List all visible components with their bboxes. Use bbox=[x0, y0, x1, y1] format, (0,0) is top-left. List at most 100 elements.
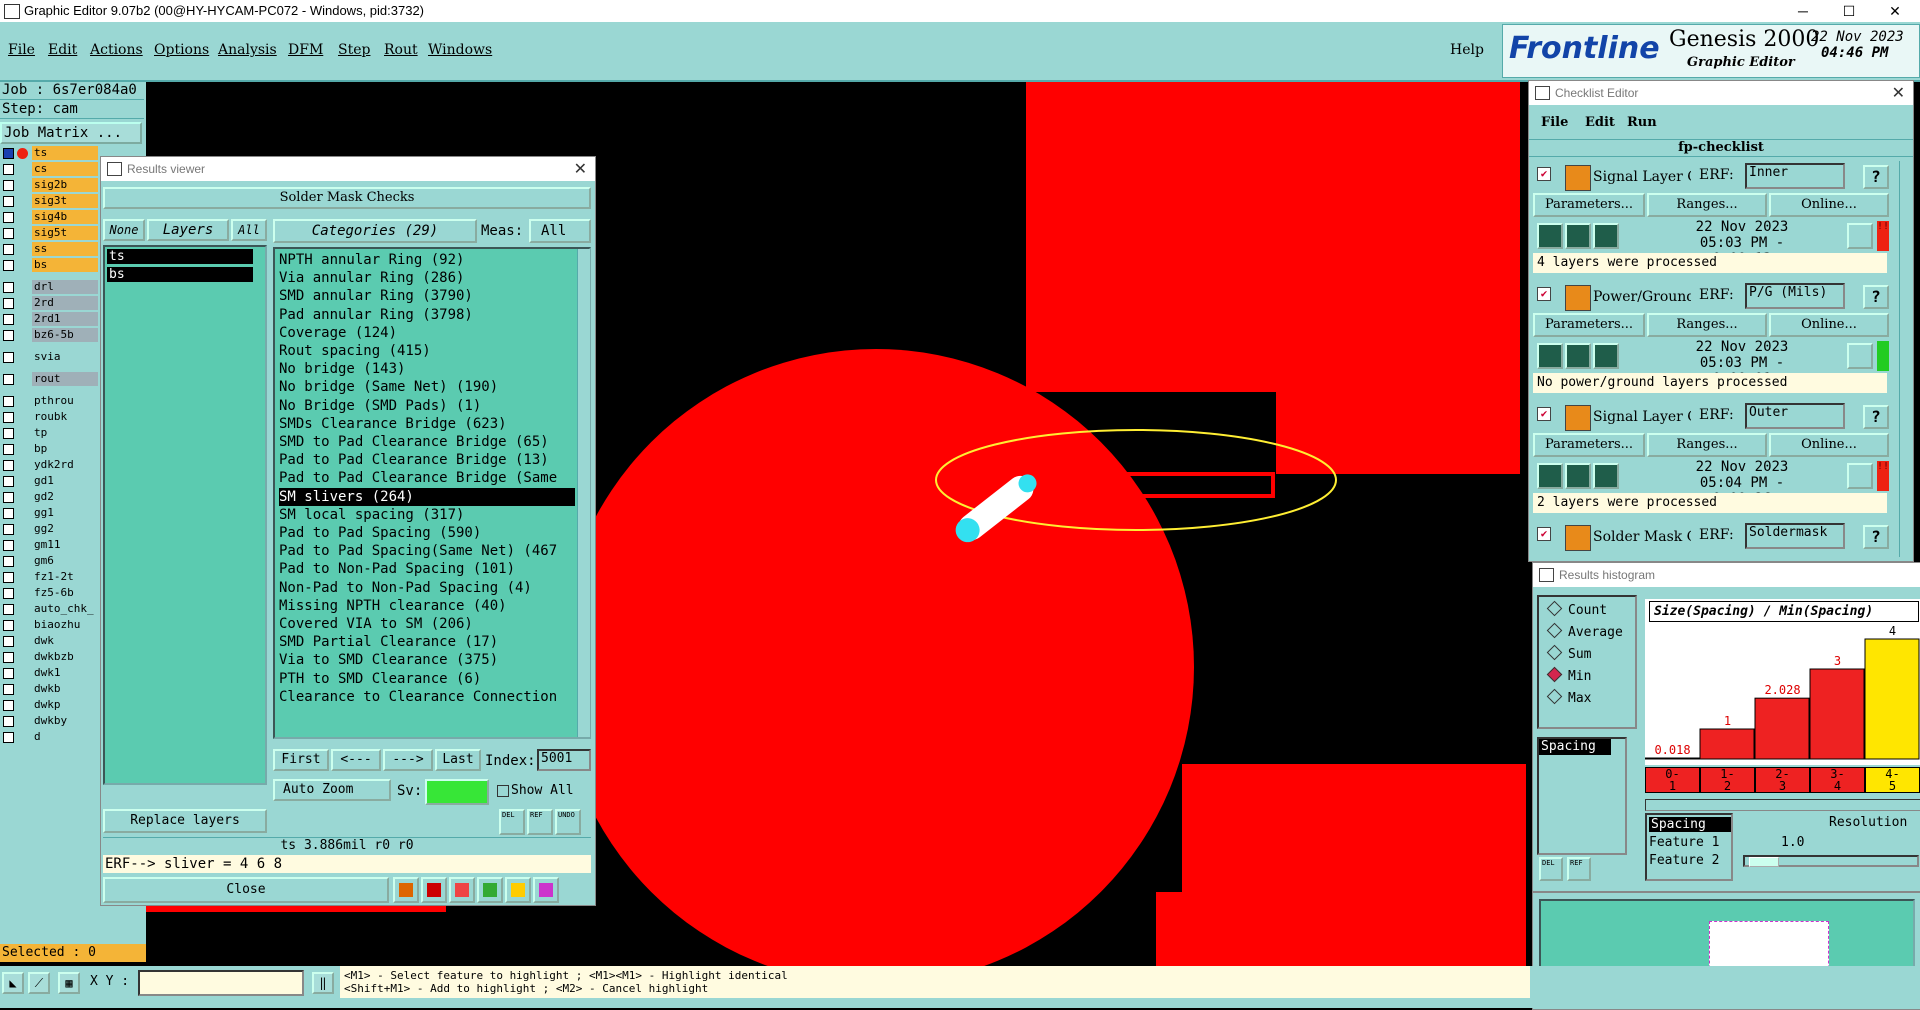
layer-name[interactable]: roubk bbox=[32, 410, 98, 424]
xy-input[interactable] bbox=[138, 970, 304, 996]
category-item[interactable]: Pad to Pad Spacing(Same Net) (467 bbox=[279, 542, 557, 560]
layer-name[interactable]: gd1 bbox=[32, 474, 98, 488]
zoom-icon[interactable] bbox=[1847, 223, 1873, 249]
list-item[interactable]: Feature 1 bbox=[1649, 835, 1719, 850]
mode-radio-min[interactable]: Min bbox=[1546, 666, 1591, 684]
category-item[interactable]: Pad to Pad Clearance Bridge (Same bbox=[279, 469, 557, 487]
category-item[interactable]: No Bridge (SMD Pads) (1) bbox=[279, 397, 481, 415]
layer-name[interactable]: dwk bbox=[32, 634, 98, 648]
layer-checkbox[interactable] bbox=[3, 684, 14, 695]
ranges-button[interactable]: Ranges... bbox=[1647, 193, 1767, 217]
layer-checkbox[interactable] bbox=[3, 668, 14, 679]
zoom-icon[interactable] bbox=[1847, 343, 1873, 369]
category-item[interactable]: Clearance to Clearance Connection bbox=[279, 688, 557, 706]
menu-windows[interactable]: Windows bbox=[428, 42, 492, 58]
prev-button[interactable]: <--- bbox=[331, 749, 381, 771]
category-item[interactable]: Pad to Non-Pad Spacing (101) bbox=[279, 560, 515, 578]
layer-checkbox[interactable] bbox=[3, 428, 14, 439]
category-item[interactable]: SMD annular Ring (3790) bbox=[279, 287, 473, 305]
menu-actions[interactable]: Actions bbox=[90, 42, 143, 58]
category-item[interactable]: Non-Pad to Non-Pad Spacing (4) bbox=[279, 579, 532, 597]
menu-analysis[interactable]: Analysis bbox=[218, 42, 277, 58]
menu-dfm[interactable]: DFM bbox=[288, 42, 323, 58]
layer-checkbox[interactable] bbox=[3, 476, 14, 487]
online-button[interactable]: Online... bbox=[1769, 433, 1889, 457]
layer-name[interactable]: dwkp bbox=[32, 698, 98, 712]
grid-icon[interactable]: ▦ bbox=[58, 972, 80, 994]
layer-name[interactable]: gm6 bbox=[32, 554, 98, 568]
category-item[interactable]: Pad to Pad Clearance Bridge (13) bbox=[279, 451, 549, 469]
category-item[interactable]: SM local spacing (317) bbox=[279, 506, 464, 524]
checklist-menu-file[interactable]: File bbox=[1541, 115, 1568, 130]
layer-checkbox[interactable] bbox=[3, 716, 14, 727]
notes-icon[interactable] bbox=[505, 877, 531, 903]
layer-checkbox[interactable] bbox=[3, 196, 14, 207]
online-button[interactable]: Online... bbox=[1769, 313, 1889, 337]
histogram-scrollbar[interactable] bbox=[1645, 799, 1920, 811]
layer-checkbox[interactable] bbox=[3, 412, 14, 423]
run-all-icon[interactable] bbox=[1565, 223, 1591, 249]
layer-name[interactable]: sig5t bbox=[32, 226, 98, 240]
parameters-button[interactable]: Parameters... bbox=[1533, 313, 1645, 337]
stop-icon[interactable] bbox=[1593, 343, 1619, 369]
category-item[interactable]: Coverage (124) bbox=[279, 324, 397, 342]
close-icon[interactable]: ✕ bbox=[1892, 83, 1905, 103]
list-item[interactable]: Feature 2 bbox=[1649, 853, 1719, 868]
layer-checkbox[interactable] bbox=[3, 282, 14, 293]
category-item[interactable]: Covered VIA to SM (206) bbox=[279, 615, 473, 633]
layer-name[interactable]: sig3t bbox=[32, 194, 98, 208]
layer-name[interactable]: 2rd bbox=[32, 296, 98, 310]
layer-name[interactable]: dwkby bbox=[32, 714, 98, 728]
layer-name[interactable]: fz1-2t bbox=[32, 570, 98, 584]
histogram-icon[interactable] bbox=[533, 877, 559, 903]
ranges-button[interactable]: Ranges... bbox=[1647, 313, 1767, 337]
ranges-button[interactable]: Ranges... bbox=[1647, 433, 1767, 457]
all-button[interactable]: All bbox=[231, 219, 267, 241]
action-select-icon[interactable]: ✔ bbox=[1537, 407, 1551, 421]
layer-checkbox[interactable] bbox=[3, 260, 14, 271]
replace-layers-dropdown[interactable]: Replace layers bbox=[103, 809, 267, 833]
layer-name[interactable]: gg1 bbox=[32, 506, 98, 520]
spacing-feature-list[interactable]: Spacing Feature 1 Feature 2 bbox=[1645, 813, 1733, 881]
list-item[interactable]: ts bbox=[107, 249, 253, 264]
run-icon[interactable] bbox=[1537, 343, 1563, 369]
layer-name[interactable]: sig4b bbox=[32, 210, 98, 224]
help-icon[interactable]: ? bbox=[1863, 165, 1889, 189]
layer-selection-list[interactable]: ts bs bbox=[103, 245, 267, 785]
mode-radio-sum[interactable]: Sum bbox=[1546, 644, 1591, 662]
layer-checkbox[interactable] bbox=[3, 212, 14, 223]
run-all-icon[interactable] bbox=[1565, 463, 1591, 489]
ref-icon[interactable]: REF bbox=[527, 809, 553, 835]
layer-checkbox[interactable] bbox=[3, 352, 14, 363]
job-matrix-button[interactable]: Job Matrix ... bbox=[0, 122, 142, 144]
show-all-checkbox[interactable] bbox=[497, 785, 509, 797]
layer-name[interactable]: tp bbox=[32, 426, 98, 440]
action-name[interactable]: Signal Layer Ch bbox=[1593, 409, 1691, 425]
category-item[interactable]: SMDs Clearance Bridge (623) bbox=[279, 415, 507, 433]
menu-help[interactable]: Help bbox=[1450, 42, 1484, 58]
layer-checkbox[interactable] bbox=[3, 164, 14, 175]
last-button[interactable]: Last bbox=[435, 749, 481, 771]
highlight-icon[interactable] bbox=[393, 877, 419, 903]
measure-icon[interactable]: ⟋ bbox=[28, 972, 50, 994]
slider-handle[interactable] bbox=[1749, 857, 1779, 867]
layer-name[interactable]: rout bbox=[32, 372, 98, 386]
action-select-icon[interactable]: ✔ bbox=[1537, 287, 1551, 301]
layer-name[interactable]: ss bbox=[32, 242, 98, 256]
del-icon[interactable]: DEL bbox=[499, 809, 525, 835]
mode-radio-count[interactable]: Count bbox=[1546, 600, 1607, 618]
category-item[interactable]: Pad annular Ring (3798) bbox=[279, 306, 473, 324]
menu-edit[interactable]: Edit bbox=[48, 42, 77, 58]
close-icon[interactable]: ✕ bbox=[574, 159, 587, 179]
erf-dropdown[interactable]: Inner bbox=[1745, 163, 1845, 189]
parameters-button[interactable]: Parameters... bbox=[1533, 433, 1645, 457]
action-name[interactable]: Solder Mask Ch bbox=[1593, 529, 1691, 545]
layer-name[interactable]: drl bbox=[32, 280, 98, 294]
help-icon[interactable]: ? bbox=[1863, 285, 1889, 309]
category-item[interactable]: No bridge (143) bbox=[279, 360, 405, 378]
layer-checkbox[interactable] bbox=[3, 508, 14, 519]
layer-name[interactable]: 2rd1 bbox=[32, 312, 98, 326]
layer-name[interactable]: bz6-5b bbox=[32, 328, 98, 342]
erf-dropdown[interactable]: Outer bbox=[1745, 403, 1845, 429]
layers-button[interactable]: Layers bbox=[147, 219, 229, 241]
